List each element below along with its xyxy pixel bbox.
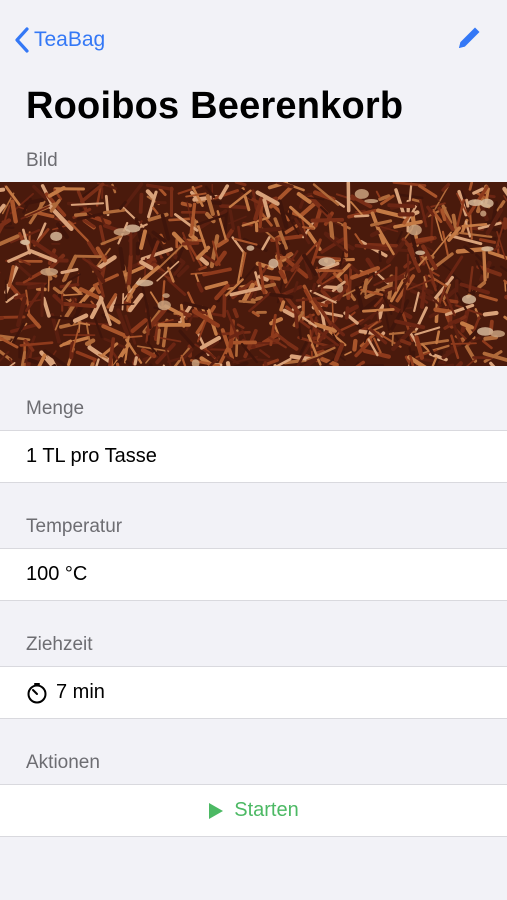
amount-value: 1 TL pro Tasse	[26, 445, 157, 467]
amount-cell: 1 TL pro Tasse	[0, 430, 507, 483]
edit-button[interactable]	[453, 24, 485, 56]
section-header-steep-time: Ziehzeit	[26, 634, 93, 655]
navigation-bar: TeaBag	[0, 18, 507, 62]
steep-time-cell: 7 min	[0, 666, 507, 719]
play-icon	[208, 802, 224, 820]
chevron-left-icon	[14, 26, 30, 54]
start-button-label: Starten	[234, 799, 299, 821]
tea-image	[0, 182, 507, 366]
section-header-actions: Aktionen	[26, 752, 100, 773]
back-button-label: TeaBag	[34, 28, 106, 51]
timer-icon	[26, 682, 48, 704]
temperature-value: 100 °C	[26, 563, 88, 585]
pencil-icon	[454, 23, 484, 58]
section-header-amount: Menge	[26, 398, 85, 419]
tea-detail-screen: TeaBag Rooibos Beerenkorb Bild Menge 1 T…	[0, 0, 507, 900]
start-button[interactable]: Starten	[0, 784, 507, 837]
steep-time-value: 7 min	[56, 681, 105, 703]
back-button[interactable]: TeaBag	[14, 22, 105, 58]
temperature-cell: 100 °C	[0, 548, 507, 601]
section-header-image: Bild	[26, 150, 58, 171]
section-header-temperature: Temperatur	[26, 516, 123, 537]
page-title: Rooibos Beerenkorb	[26, 85, 404, 127]
